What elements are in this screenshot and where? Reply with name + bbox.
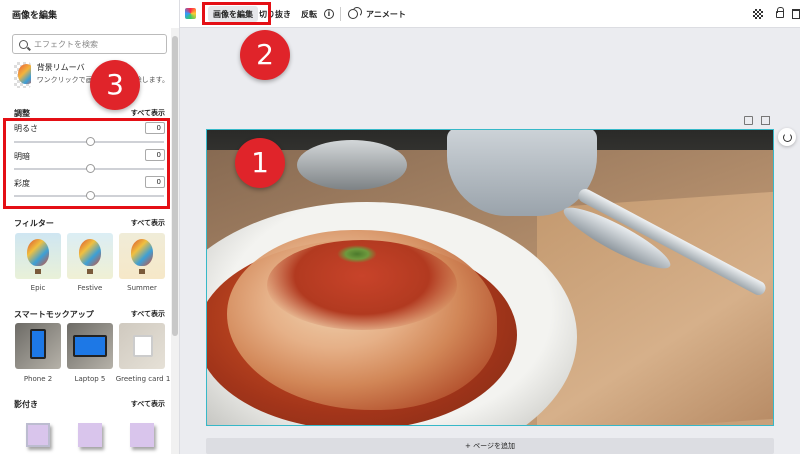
panel-title: 画像を編集 xyxy=(12,11,58,21)
mockup-label: Phone 2 xyxy=(23,375,53,383)
effect-search-input[interactable]: エフェクトを検索 xyxy=(12,34,167,54)
mockup-laptop[interactable] xyxy=(67,323,113,369)
background-remover-thumbnail xyxy=(14,62,31,88)
filter-summer[interactable] xyxy=(119,233,165,279)
filter-label: Festive xyxy=(77,284,103,292)
trash-icon[interactable] xyxy=(792,9,800,19)
mockup-label: Greeting card 1 xyxy=(115,375,171,383)
step-badge-3: 3 xyxy=(90,60,140,110)
search-placeholder: エフェクトを検索 xyxy=(34,39,98,49)
add-page-button[interactable]: + ページを追加 xyxy=(206,438,774,454)
search-icon xyxy=(19,39,28,49)
info-icon[interactable]: i xyxy=(324,9,334,19)
food-photo[interactable] xyxy=(206,129,774,426)
mockup-greeting-card[interactable] xyxy=(119,323,165,369)
top-toolbar: 画像を編集 切り抜き 反転 i アニメート xyxy=(180,0,800,28)
toolbar-divider xyxy=(340,7,341,21)
shadow-effect-2[interactable] xyxy=(78,423,102,447)
step-badge-2: 2 xyxy=(240,30,290,80)
filter-festive[interactable] xyxy=(67,233,113,279)
lock-icon[interactable] xyxy=(776,7,784,18)
mockup-phone[interactable] xyxy=(15,323,61,369)
smart-mockups-title: スマートモックアップ xyxy=(14,310,94,319)
duplicate-page-icon[interactable] xyxy=(744,116,753,125)
animate-icon[interactable] xyxy=(348,7,362,19)
canvas-area: + ページを追加 xyxy=(180,28,800,454)
refresh-icon[interactable] xyxy=(778,128,796,146)
sidebar-scrollbar-thumb[interactable] xyxy=(172,36,178,336)
filter-label: Epic xyxy=(30,284,46,292)
smart-mockups-show-all[interactable]: すべて表示 xyxy=(131,309,165,319)
adjust-highlight-box xyxy=(3,118,170,209)
animate-button[interactable]: アニメート xyxy=(361,6,411,22)
share-page-icon[interactable] xyxy=(761,116,770,125)
filters-title: フィルター xyxy=(14,219,54,228)
sidebar-scrollbar[interactable] xyxy=(171,28,179,454)
filters-show-all[interactable]: すべて表示 xyxy=(131,218,165,228)
shadow-effect-1[interactable] xyxy=(26,423,50,447)
filter-label: Summer xyxy=(127,284,157,292)
shadow-effect-3[interactable] xyxy=(130,423,154,447)
flip-button[interactable]: 反転 xyxy=(296,6,322,22)
shadows-title: 影付き xyxy=(14,400,38,409)
edit-image-panel: 画像を編集 エフェクトを検索 背景リムーバ ワンクリックで画像の背景を削除します… xyxy=(0,0,180,454)
transparency-icon[interactable] xyxy=(753,9,763,19)
shadows-show-all[interactable]: すべて表示 xyxy=(131,399,165,409)
edit-image-highlight-box xyxy=(202,2,271,25)
filter-epic[interactable] xyxy=(15,233,61,279)
adjust-show-all[interactable]: すべて表示 xyxy=(131,108,165,118)
step-badge-1: 1 xyxy=(235,138,285,188)
color-palette-icon[interactable] xyxy=(185,8,196,19)
